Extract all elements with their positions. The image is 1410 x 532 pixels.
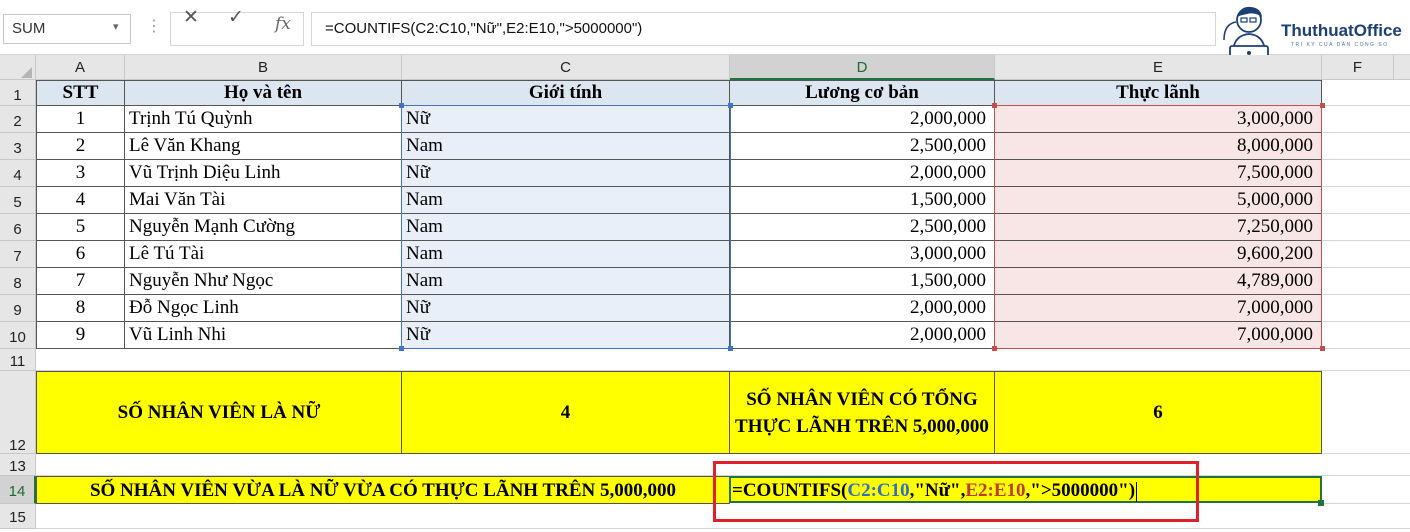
header-net[interactable]: Thực lãnh [995,80,1322,106]
column-header-g[interactable] [1394,55,1410,80]
column-header-a[interactable]: A [36,55,125,80]
formula-input[interactable]: =COUNTIFS(C2:C10,"Nữ",E2:E10,">5000000") [311,12,1216,46]
name-box-dropdown-icon[interactable]: ▾ [113,20,119,33]
cell-stt[interactable]: 2 [36,133,125,160]
row-header-4[interactable]: 4 [0,160,36,187]
row-header-2[interactable]: 2 [0,106,36,133]
cell-f[interactable] [1322,241,1410,268]
range-handle[interactable] [1320,103,1325,108]
range-handle[interactable] [728,346,733,351]
column-header-c[interactable]: C [402,55,730,80]
cell-name[interactable]: Đỗ Ngọc Linh [125,295,402,322]
name-box[interactable]: SUM [3,14,131,44]
cell-salary[interactable]: 1,500,000 [730,268,995,295]
row-header-6[interactable]: 6 [0,214,36,241]
column-header-b[interactable]: B [125,55,402,80]
cell-f[interactable] [1322,214,1410,241]
cell-name[interactable]: Lê Tú Tài [125,241,402,268]
cell-stt[interactable]: 3 [36,160,125,187]
cell-name[interactable]: Vũ Linh Nhi [125,322,402,349]
cell-name[interactable]: Mai Văn Tài [125,187,402,214]
summary-female-label[interactable]: SỐ NHÂN VIÊN LÀ NỮ [36,371,402,454]
select-all-triangle-icon [21,67,32,78]
reference-range-e2-e10 [994,105,1322,349]
row-header-14[interactable]: 14 [0,476,36,504]
cell-name[interactable]: Nguyễn Mạnh Cường [125,214,402,241]
cell-f[interactable] [1322,187,1410,214]
header-salary[interactable]: Lương cơ bản [730,80,995,106]
row-11-cells[interactable] [36,349,1410,371]
cell-salary[interactable]: 2,000,000 [730,160,995,187]
range-handle[interactable] [399,103,404,108]
cell-stt[interactable]: 9 [36,322,125,349]
cell-f14[interactable] [1324,476,1410,504]
row-header-3[interactable]: 3 [0,133,36,160]
cell-salary[interactable]: 2,000,000 [730,322,995,349]
cancel-icon[interactable]: ✕ [183,6,199,28]
cell-stt[interactable]: 6 [36,241,125,268]
cell-salary[interactable]: 1,500,000 [730,187,995,214]
row-header-7[interactable]: 7 [0,241,36,268]
cell-f1[interactable] [1322,80,1410,106]
insert-function-icon[interactable]: fx [275,14,291,34]
summary-female-count[interactable]: 4 [402,371,730,454]
cell-salary[interactable]: 2,500,000 [730,133,995,160]
cell-name[interactable]: Trịnh Tú Quỳnh [125,106,402,133]
summary-net-count[interactable]: 6 [995,371,1322,454]
header-stt[interactable]: STT [36,80,125,106]
range-handle[interactable] [1320,346,1325,351]
cell-f[interactable] [1322,295,1410,322]
row-header-13[interactable]: 13 [0,454,36,476]
row-header-1[interactable]: 1 [0,80,36,106]
highlight-callout-box [713,461,1199,522]
enter-check-icon[interactable]: ✓ [228,6,244,28]
logo-text: ThuthuatOffice [1281,21,1402,40]
row-header-9[interactable]: 9 [0,295,36,322]
cell-f[interactable] [1322,322,1410,349]
row-header-11[interactable]: 11 [0,349,36,371]
cell-salary[interactable]: 2,000,000 [730,295,995,322]
cell-stt[interactable]: 4 [36,187,125,214]
range-handle[interactable] [992,346,997,351]
range-handle[interactable] [399,346,404,351]
combined-criteria-label[interactable]: SỐ NHÂN VIÊN VỪA LÀ NỮ VỪA CÓ THỰC LÃNH … [36,476,730,504]
cell-stt[interactable]: 8 [36,295,125,322]
cell-salary[interactable]: 2,500,000 [730,214,995,241]
row-header-12[interactable]: 12 [0,371,36,454]
header-name[interactable]: Họ và tên [125,80,402,106]
cell-name[interactable]: Nguyễn Như Ngọc [125,268,402,295]
drag-handle-icon[interactable]: ⋮ [146,16,162,35]
cell-salary[interactable]: 3,000,000 [730,241,995,268]
cell-f[interactable] [1322,160,1410,187]
cell-f[interactable] [1322,106,1410,133]
header-gender[interactable]: Giới tính [402,80,730,106]
row-header-8[interactable]: 8 [0,268,36,295]
cell-f12[interactable] [1322,371,1410,454]
cell-f[interactable] [1322,268,1410,295]
column-header-d[interactable]: D [730,55,995,80]
row-header-15[interactable]: 15 [0,504,36,529]
column-header-f[interactable]: F [1322,55,1394,80]
cell-stt[interactable]: 5 [36,214,125,241]
reference-range-c2-c10 [401,105,731,349]
range-handle[interactable] [728,103,733,108]
logo-tagline: TRI KY CUA DAN CONG SO [1291,42,1389,48]
cell-stt[interactable]: 1 [36,106,125,133]
row-header-10[interactable]: 10 [0,322,36,349]
column-header-e[interactable]: E [995,55,1322,80]
row-header-5[interactable]: 5 [0,187,36,214]
cell-f[interactable] [1322,133,1410,160]
cell-salary[interactable]: 2,000,000 [730,106,995,133]
summary-net-label[interactable]: SỐ NHÂN VIÊN CÓ TỔNG THỰC LÃNH TRÊN 5,00… [730,371,995,454]
cell-stt[interactable]: 7 [36,268,125,295]
range-handle[interactable] [992,103,997,108]
cell-name[interactable]: Lê Văn Khang [125,133,402,160]
cell-name[interactable]: Vũ Trịnh Diệu Linh [125,160,402,187]
